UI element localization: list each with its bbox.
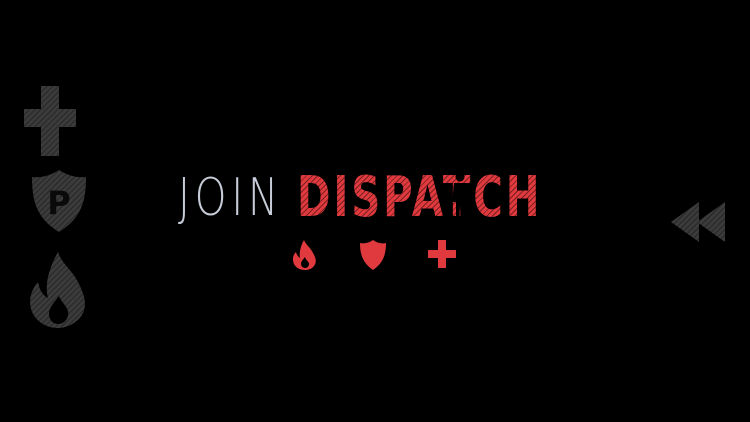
medical-cross-icon[interactable] — [24, 86, 76, 156]
flame-icon — [292, 240, 318, 274]
police-badge-icon[interactable]: P — [30, 170, 88, 232]
logo-join-text: JOIN — [178, 168, 283, 228]
medical-cross-icon — [428, 240, 456, 272]
rewind-icon — [671, 202, 725, 242]
app-logo: JOIN DISPATCH — [178, 168, 578, 228]
logo-dispatch-text: DISPATCH — [297, 165, 543, 230]
flame-icon[interactable] — [28, 252, 90, 328]
rewind-button[interactable] — [669, 200, 727, 244]
title-screen: P JOIN DISPATCH — [0, 0, 750, 422]
police-badge-icon — [360, 240, 386, 274]
silhouette-figure-icon — [449, 172, 471, 228]
service-icons-row — [292, 240, 462, 270]
police-badge-letter: P — [47, 184, 70, 222]
